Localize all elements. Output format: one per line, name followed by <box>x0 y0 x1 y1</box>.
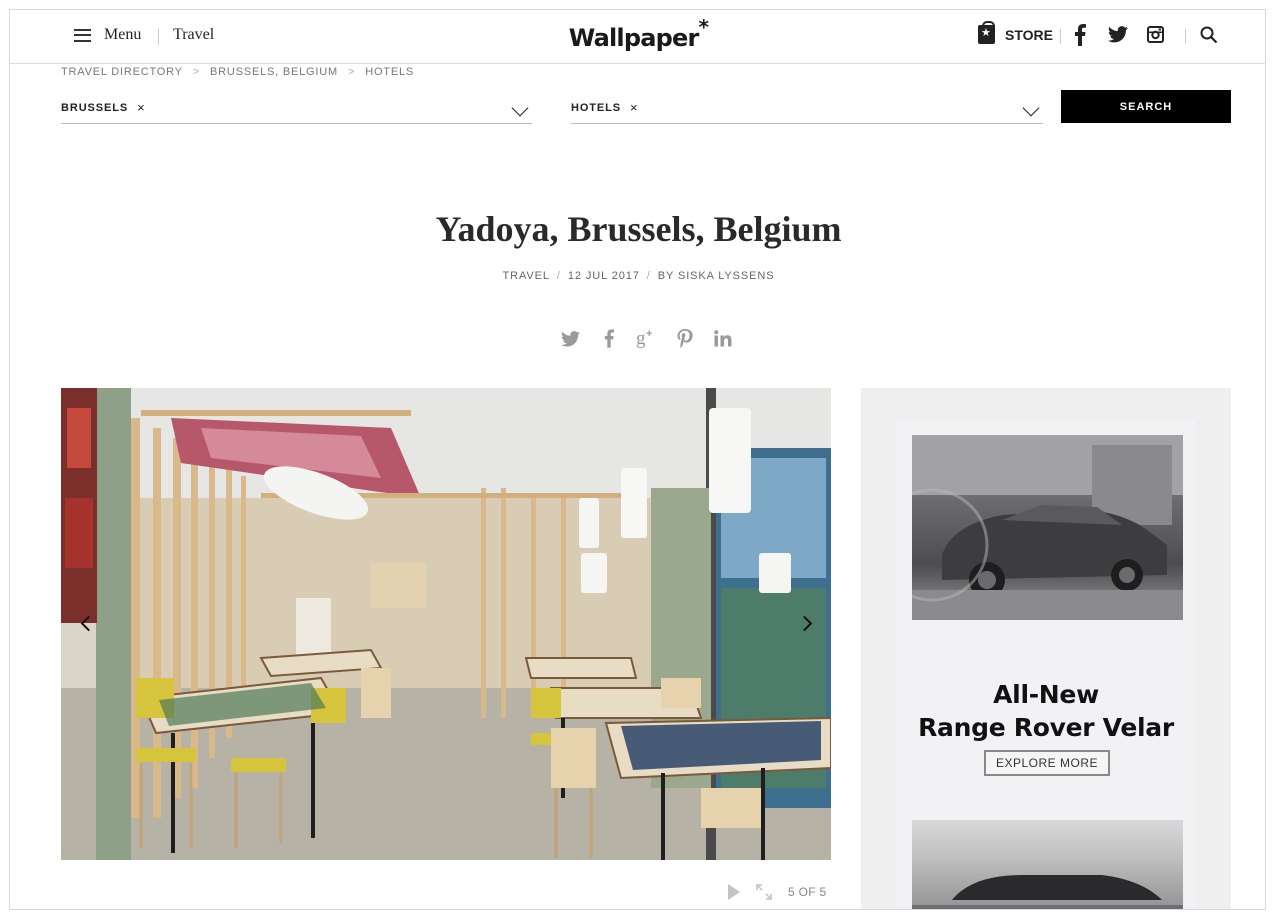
store-link[interactable]: STORE <box>978 21 1053 44</box>
site-header: Menu Travel Wallpaper* STORE <box>10 10 1265 64</box>
facebook-icon[interactable] <box>1074 24 1086 51</box>
ad-headline-line2: Range Rover Velar <box>918 713 1174 742</box>
ad-creative[interactable]: All-New Range Rover Velar EXPLORE MORE <box>897 420 1195 909</box>
clear-category-icon[interactable]: × <box>630 100 639 115</box>
breadcrumb-item-category[interactable]: HOTELS <box>365 66 414 78</box>
article-byline[interactable]: BY SISKA LYSSENS <box>658 270 775 282</box>
browser-viewport: Menu Travel Wallpaper* STORE TRAVEL DIRE… <box>9 9 1266 910</box>
twitter-icon[interactable] <box>1108 26 1128 48</box>
gallery-counter: 5 OF 5 <box>788 885 827 899</box>
instagram-icon[interactable] <box>1147 26 1164 48</box>
chevron-down-icon[interactable] <box>1022 99 1040 117</box>
breadcrumb-separator: > <box>347 66 356 78</box>
ad-headline: All-New Range Rover Velar <box>897 678 1195 744</box>
gallery-next-button[interactable] <box>797 612 817 636</box>
image-gallery[interactable] <box>61 388 831 860</box>
article-title: Yadoya, Brussels, Belgium <box>435 209 842 249</box>
svg-text:g: g <box>636 329 646 348</box>
svg-text:+: + <box>646 329 652 340</box>
city-filter-label: BRUSSELS <box>61 101 129 114</box>
fullscreen-icon[interactable] <box>756 884 772 900</box>
breadcrumb-item-city[interactable]: BRUSSELS, BELGIUM <box>210 66 338 78</box>
facebook-icon[interactable] <box>598 328 619 349</box>
store-label: STORE <box>1005 26 1053 43</box>
ad-car-image-secondary <box>912 820 1183 909</box>
category-filter-label: HOTELS <box>571 101 622 114</box>
chevron-down-icon[interactable] <box>511 99 529 117</box>
meta-separator: / <box>556 270 561 282</box>
restaurant-interior-photo <box>61 388 831 860</box>
linkedin-icon[interactable] <box>712 328 733 349</box>
header-divider <box>1185 29 1186 44</box>
ad-headline-line1: All-New <box>993 680 1099 709</box>
play-icon[interactable] <box>728 884 740 900</box>
advertisement[interactable]: All-New Range Rover Velar EXPLORE MORE <box>861 388 1231 909</box>
search-button[interactable]: SEARCH <box>1061 90 1231 123</box>
category-filter-select[interactable]: HOTELS × <box>571 92 1043 124</box>
share-bar: g + <box>560 328 733 349</box>
store-bag-icon <box>978 21 995 44</box>
category-filter-value: HOTELS × <box>571 100 639 115</box>
article-date: 12 JUL 2017 <box>567 270 640 282</box>
article-section[interactable]: TRAVEL <box>503 270 550 282</box>
breadcrumb-item-travel-directory[interactable]: TRAVEL DIRECTORY <box>61 66 183 78</box>
city-filter-value: BRUSSELS × <box>61 100 146 115</box>
breadcrumb-separator: > <box>192 66 201 78</box>
gallery-prev-button[interactable] <box>77 612 97 636</box>
logo-asterisk: * <box>698 15 709 39</box>
twitter-icon[interactable] <box>560 328 581 349</box>
meta-separator: / <box>646 270 651 282</box>
google-plus-icon[interactable]: g + <box>636 328 657 349</box>
city-filter-select[interactable]: BRUSSELS × <box>61 92 532 124</box>
breadcrumb: TRAVEL DIRECTORY > BRUSSELS, BELGIUM > H… <box>61 66 414 78</box>
explore-more-button[interactable]: EXPLORE MORE <box>984 750 1110 776</box>
search-icon[interactable] <box>1200 26 1218 49</box>
logo-text: Wallpaper <box>568 24 700 52</box>
pinterest-icon[interactable] <box>674 328 695 349</box>
article-meta: TRAVEL / 12 JUL 2017 / BY SISKA LYSSENS <box>10 270 1265 282</box>
gallery-controls: 5 OF 5 <box>728 884 826 900</box>
ad-car-image <box>912 435 1183 620</box>
header-divider <box>1060 29 1061 44</box>
clear-city-icon[interactable]: × <box>137 100 146 115</box>
